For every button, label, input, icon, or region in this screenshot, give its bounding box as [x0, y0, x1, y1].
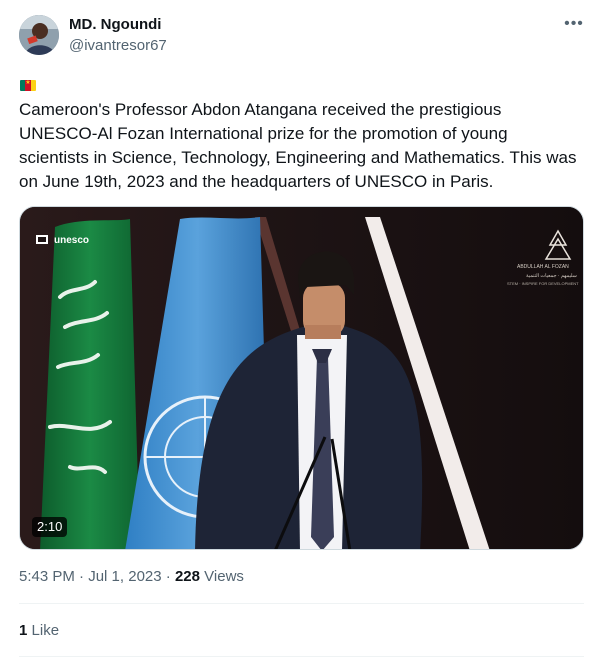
meta-separator: ·: [79, 568, 85, 585]
more-options-icon[interactable]: •••: [562, 14, 586, 34]
views-count: 228: [174, 568, 200, 585]
meta-separator-2: ·: [165, 568, 171, 585]
likes-link[interactable]: 1 Like: [19, 622, 59, 639]
video-duration: 2:10: [32, 517, 68, 537]
tweet-text: Cameroon's Professor Abdon Atangana rece…: [19, 100, 577, 191]
timestamp-link[interactable]: 5:43 PM · Jul 1, 2023: [19, 568, 162, 585]
svg-text:STEM · INSPIRE FOR DEVELOPMENT: STEM · INSPIRE FOR DEVELOPMENT: [507, 281, 579, 286]
tweet-time: 5:43 PM: [19, 568, 75, 585]
likes-label: Like: [31, 622, 60, 639]
divider: [19, 603, 584, 604]
views-label: Views: [204, 568, 244, 585]
tweet-date: Jul 1, 2023: [88, 568, 162, 585]
likes-count: 1: [19, 622, 28, 639]
avatar[interactable]: [19, 15, 59, 55]
divider: [19, 656, 584, 657]
tweet-meta: 5:43 PM · Jul 1, 2023 · 228 Views: [19, 568, 244, 585]
svg-text:ABDULLAH AL FOZAN: ABDULLAH AL FOZAN: [517, 264, 569, 270]
svg-text:unesco: unesco: [54, 235, 89, 246]
tweet: MD. Ngoundi @ivantresor67 ••• ★ Cameroon…: [0, 0, 599, 664]
display-name[interactable]: MD. Ngoundi: [69, 16, 161, 33]
video-player[interactable]: unesco ABDULLAH AL FOZAN سليمهم · جمعيات…: [19, 206, 584, 550]
cameroon-flag-icon: ★: [20, 80, 36, 91]
username-handle[interactable]: @ivantresor67: [69, 37, 167, 54]
svg-text:سليمهم · جمعيات التنمية: سليمهم · جمعيات التنمية: [526, 273, 577, 279]
